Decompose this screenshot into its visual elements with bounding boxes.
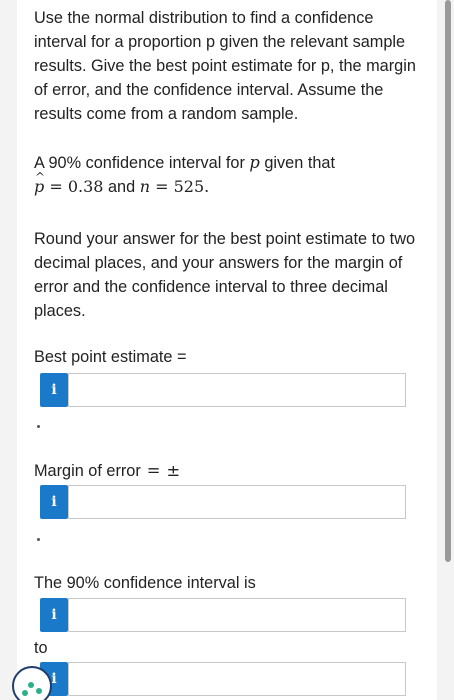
period-mark [37,425,40,428]
p-hat-symbol: p [34,165,45,199]
widget-dot [36,688,42,694]
margin-equals: = [146,461,161,480]
info-icon[interactable]: i [40,598,68,632]
period-mark [37,538,40,541]
to-label: to [34,639,48,657]
info-icon[interactable]: i [40,373,68,407]
question-intro: Use the normal distribution to find a co… [34,9,416,123]
p-hat-value: = 0.38 [49,177,104,196]
widget-dot [28,682,34,688]
n-expression: n = 525. [140,177,210,196]
n-value: = 525. [155,177,210,196]
plus-minus-sign: ± [166,461,181,480]
scrollbar[interactable] [445,0,451,562]
and-text: and [108,178,136,196]
ci-label: The 90% confidence interval is [34,574,256,592]
ci-prefix: A 90% confidence interval for [34,154,250,172]
ci-upper-input[interactable] [68,662,406,696]
chat-widget-icon[interactable] [12,666,52,700]
ci-mid: given that [259,154,335,172]
margin-input[interactable] [68,485,406,519]
ci-variable: p [249,153,260,172]
confidence-statement: A 90% confidence interval for p given th… [34,151,419,199]
p-hat-expression: p = 0.38 [34,165,104,199]
rounding-instructions: Round your answer for the best point est… [34,230,416,320]
margin-label-row: Margin of error = ± [34,461,180,481]
best-point-input[interactable] [68,373,406,407]
ci-lower-input[interactable] [68,598,406,632]
widget-dot [22,690,28,696]
info-icon[interactable]: i [40,485,68,519]
margin-label: Margin of error [34,462,141,480]
best-point-label: Best point estimate = [34,348,187,366]
n-symbol: n [139,177,151,196]
